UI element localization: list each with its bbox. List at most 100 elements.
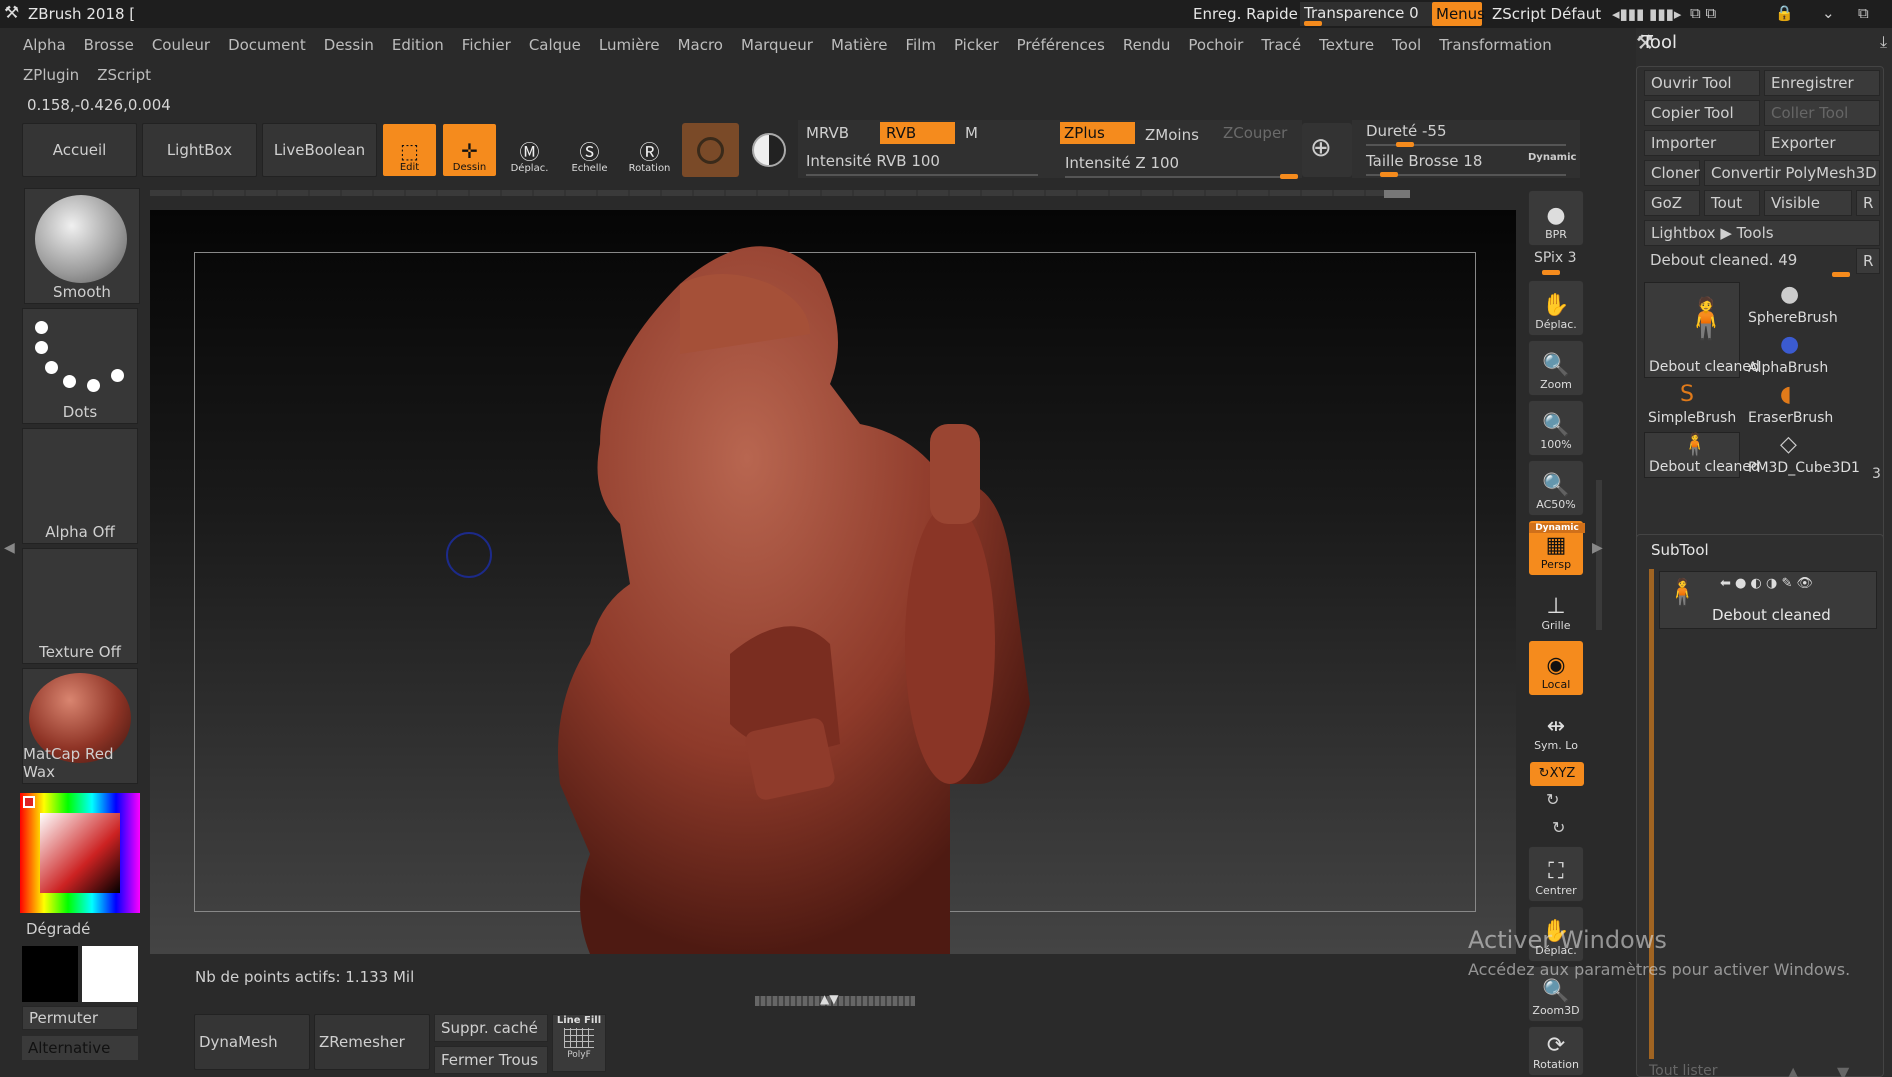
tout-lister-button[interactable]: Tout lister — [1649, 1063, 1717, 1077]
menu-item-matiere[interactable]: Matière — [822, 30, 896, 60]
menu-item-dessin[interactable]: Dessin — [315, 30, 383, 60]
liveboolean-button[interactable]: LiveBoolean — [262, 123, 377, 177]
spix-label[interactable]: SPix 3 — [1534, 250, 1577, 266]
lock-icon[interactable]: 🔒 — [1775, 4, 1794, 22]
visible-button[interactable]: Visible — [1764, 190, 1852, 216]
mrvb-button[interactable]: MRVB — [806, 124, 849, 142]
enregistrer-button[interactable]: Enregistrer — [1764, 70, 1880, 96]
menu-item-preferences[interactable]: Préférences — [1008, 30, 1114, 60]
tool-thumb-1[interactable]: ● SphereBrush — [1744, 282, 1840, 328]
goz-button[interactable]: GoZ — [1644, 190, 1700, 216]
shelf-zoom-button[interactable]: 🔍 Zoom — [1528, 340, 1584, 396]
rotate-z-icon[interactable]: ↻ — [1552, 818, 1565, 837]
restore-icon[interactable]: ⧉ — [1858, 4, 1869, 22]
zscript-default-button[interactable]: ZScript Défaut — [1492, 5, 1601, 23]
zcouper-button[interactable]: ZCouper — [1223, 124, 1287, 142]
rotate-y-icon[interactable]: ↻ — [1546, 790, 1559, 809]
coller-tool-button[interactable]: Coller Tool — [1764, 100, 1880, 126]
fermer-trous-button[interactable]: Fermer Trous — [434, 1046, 548, 1074]
menu-item-zplugin[interactable]: ZPlugin — [14, 60, 88, 90]
layout-arrows-icon[interactable]: ◂▮▮▮ ▮▮▮▸ — [1612, 5, 1681, 23]
intensite-rvb-track[interactable] — [806, 174, 1046, 176]
permuter-button[interactable]: Permuter — [22, 1006, 138, 1030]
lightbox-button[interactable]: LightBox — [142, 123, 257, 177]
menu-item-picker[interactable]: Picker — [945, 30, 1008, 60]
zremesher-button[interactable]: ZRemesher — [314, 1014, 430, 1070]
sym-button[interactable]: ⇹ Sym. Lo — [1528, 700, 1584, 756]
durete-knob[interactable] — [1396, 142, 1414, 147]
zplus-button[interactable]: ZPlus — [1060, 122, 1135, 144]
canvas-scrollbar-thumb[interactable] — [1384, 190, 1410, 198]
menu-item-tool[interactable]: Tool — [1383, 30, 1430, 60]
convertir-polymesh-button[interactable]: Convertir PolyMesh3D — [1704, 160, 1880, 186]
transparence-slider[interactable]: Transparence 0 — [1300, 2, 1435, 26]
firefighter-model[interactable] — [530, 224, 1170, 954]
secondary-color-swatch[interactable] — [82, 946, 138, 1002]
shelf-rotation-button[interactable]: ⟳ Rotation — [1528, 1026, 1584, 1076]
material-swatch-button[interactable] — [682, 123, 739, 177]
persp-button[interactable]: Dynamic ▦ Persp — [1528, 520, 1585, 576]
menu-item-calque[interactable]: Calque — [520, 30, 590, 60]
zmoins-button[interactable]: ZMoins — [1145, 126, 1199, 144]
xyz-button[interactable]: ↻XYZ — [1530, 762, 1584, 786]
subtool-toggles-icon[interactable]: ⬅ ● ◐ ◑ ✎ 👁 — [1720, 576, 1813, 591]
color-picker[interactable] — [20, 793, 140, 913]
menu-item-film[interactable]: Film — [896, 30, 944, 60]
tool-close-icon[interactable]: ⤓ — [1880, 32, 1887, 52]
copier-tool-button[interactable]: Copier Tool — [1644, 100, 1760, 126]
menu-item-zscript[interactable]: ZScript — [88, 60, 160, 90]
shelf-move-button[interactable]: ✋ Déplac. — [1528, 280, 1584, 336]
window-layout-icon[interactable]: ⧉ ⧉ — [1690, 4, 1716, 22]
rvb-button[interactable]: RVB — [880, 122, 955, 144]
bpr-button[interactable]: ● BPR — [1528, 190, 1584, 246]
grille-button[interactable]: ⊥ Grille — [1528, 580, 1584, 636]
exporter-button[interactable]: Exporter — [1764, 130, 1880, 156]
focal-shift-button[interactable]: ⊕ — [1302, 123, 1352, 177]
shelf-100-button[interactable]: 🔍 100% — [1528, 400, 1584, 456]
menu-item-rendu[interactable]: Rendu — [1114, 30, 1180, 60]
right-tray-toggle-icon[interactable]: ▶ — [1592, 540, 1603, 556]
tool-thumb-6[interactable]: ◇ PM3D_Cube3D1 — [1744, 432, 1860, 478]
alpha-off-button[interactable]: Alpha Off — [22, 428, 138, 544]
tool-title[interactable]: Tool — [1642, 32, 1677, 53]
enreg-rapide-button[interactable]: Enreg. Rapide — [1193, 5, 1298, 23]
dynamic-label[interactable]: Dynamic — [1528, 152, 1576, 163]
brush-smooth-button[interactable]: Smooth — [24, 188, 140, 304]
menu-item-marqueur[interactable]: Marqueur — [732, 30, 822, 60]
menu-item-document[interactable]: Document — [219, 30, 315, 60]
debout-slider[interactable]: Debout cleaned. 49 — [1644, 248, 1850, 272]
menu-item-fichier[interactable]: Fichier — [453, 30, 520, 60]
accueil-button[interactable]: Accueil — [22, 123, 137, 177]
menu-item-lumiere[interactable]: Lumière — [590, 30, 669, 60]
menu-item-trace[interactable]: Tracé — [1252, 30, 1310, 60]
spix-knob[interactable] — [1542, 270, 1560, 275]
cloner-button[interactable]: Cloner — [1644, 160, 1700, 186]
shelf-ac50-button[interactable]: 🔍 AC50% — [1528, 460, 1584, 516]
primary-color-swatch[interactable] — [22, 946, 78, 1002]
menu-item-transformation[interactable]: Transformation — [1430, 30, 1561, 60]
texture-off-button[interactable]: Texture Off — [22, 548, 138, 664]
r-button[interactable]: R — [1856, 190, 1880, 216]
suppr-cache-button[interactable]: Suppr. caché — [434, 1014, 548, 1042]
rotate-button[interactable]: Ⓡ Rotation — [622, 123, 677, 177]
move-up-icon[interactable]: ▲ — [1787, 1063, 1799, 1077]
subtool-scrollbar[interactable] — [1649, 569, 1654, 1059]
polyf-button[interactable]: Line Fill PolyF — [552, 1014, 606, 1072]
ouvrir-tool-button[interactable]: Ouvrir Tool — [1644, 70, 1760, 96]
tool-thumb-5[interactable]: 🧍 Debout cleaned — [1644, 432, 1760, 478]
subtool-item[interactable]: 🧍 ⬅ ● ◐ ◑ ✎ 👁 Debout cleaned — [1659, 571, 1877, 629]
scale-button[interactable]: Ⓢ Echelle — [562, 123, 617, 177]
dessin-button[interactable]: ✛ Dessin — [442, 123, 497, 177]
edit-button[interactable]: ⬚ Edit — [382, 123, 437, 177]
sphere-material-button[interactable] — [744, 123, 794, 177]
move-button[interactable]: Ⓜ Déplac. — [502, 123, 557, 177]
dynamesh-button[interactable]: DynaMesh — [194, 1014, 310, 1070]
tool-thumb-4[interactable]: ◖ EraserBrush — [1744, 382, 1840, 428]
centrer-button[interactable]: ⛶ Centrer — [1528, 846, 1584, 902]
menu-item-brosse[interactable]: Brosse — [75, 30, 143, 60]
importer-button[interactable]: Importer — [1644, 130, 1760, 156]
tool-thumb-3[interactable]: S SimpleBrush — [1644, 382, 1740, 428]
menu-item-edition[interactable]: Edition — [383, 30, 453, 60]
tout-button[interactable]: Tout — [1704, 190, 1760, 216]
matcap-button[interactable]: MatCap Red Wax — [22, 668, 138, 784]
